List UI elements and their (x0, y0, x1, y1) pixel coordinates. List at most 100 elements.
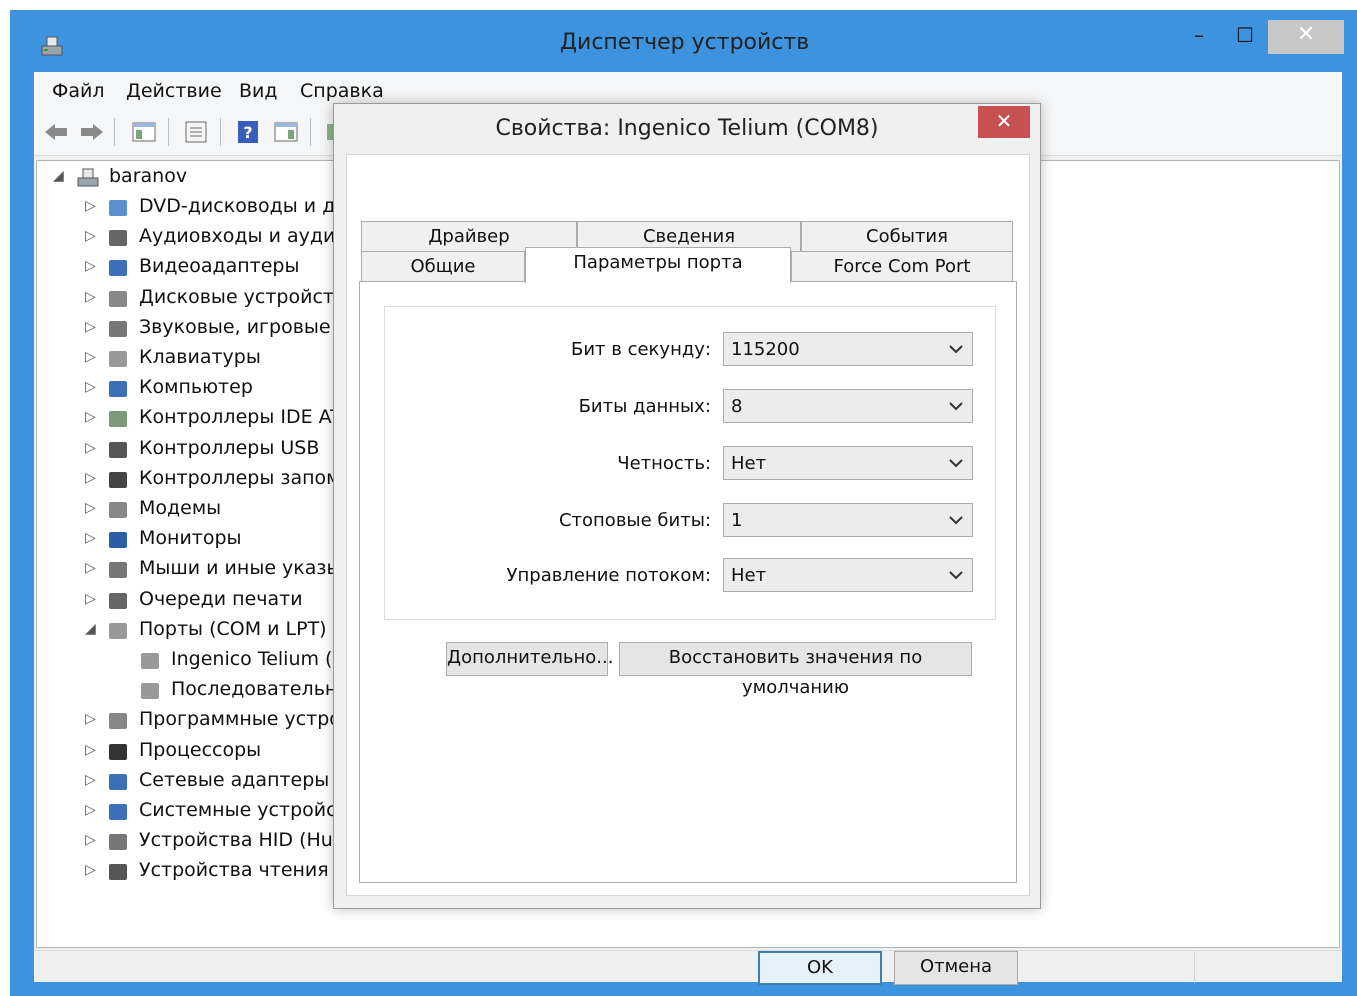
toolbar-separator (168, 118, 169, 146)
tree-item-label: Процессоры (139, 738, 262, 761)
main-title-bar[interactable]: Диспетчер устройств – ☐ ✕ (10, 10, 1357, 72)
port-icon (109, 622, 127, 639)
minimize-button[interactable]: – (1176, 20, 1222, 54)
advanced-button[interactable]: Дополнительно... (446, 642, 613, 676)
status-separator (1194, 951, 1195, 983)
dialog-title-bar[interactable]: Свойства: Ingenico Telium (COM8) ✕ (334, 104, 1040, 154)
usb-icon (109, 441, 127, 458)
tree-item-label: Контроллеры USB (139, 436, 320, 459)
forward-arrow-icon[interactable] (78, 118, 106, 146)
chevron-down-icon (949, 345, 963, 354)
tree-item-label: Дисковые устройств (139, 285, 346, 308)
expand-arrow-icon[interactable]: ▷ (85, 349, 99, 365)
menu-view[interactable]: Вид (239, 80, 278, 102)
expand-arrow-icon[interactable]: ▷ (85, 470, 99, 486)
expand-arrow-icon[interactable]: ▷ (85, 742, 99, 758)
flow-control-label: Управление потоком: (506, 565, 711, 586)
tree-item-label: DVD-дисководы и ди (139, 195, 348, 217)
tab-force-com-port[interactable]: Force Com Port (791, 251, 1013, 283)
card-reader-icon (109, 864, 127, 881)
tree-item-label: Контроллеры IDE AT (139, 406, 342, 429)
close-icon: ✕ (995, 109, 1013, 133)
bits-per-second-select[interactable]: 115200 (723, 332, 973, 366)
stop-bits-value: 1 (731, 510, 743, 531)
tree-item-label: Порты (COM и LPT) (139, 617, 327, 640)
tree-item-label: Модемы (139, 497, 222, 519)
flow-control-select[interactable]: Нет (723, 558, 973, 592)
dialog-title: Свойства: Ingenico Telium (COM8) (495, 116, 879, 141)
expand-arrow-icon[interactable]: ▷ (85, 711, 99, 727)
expand-arrow-icon[interactable]: ▷ (85, 530, 99, 546)
maximize-icon: ☐ (1236, 23, 1254, 47)
tree-item-label: Мыши и иные указы (139, 557, 342, 580)
expand-arrow-icon[interactable]: ▷ (85, 228, 99, 244)
properties-icon[interactable] (182, 118, 210, 146)
cancel-button[interactable]: Отмена (894, 951, 1018, 985)
maximize-button[interactable]: ☐ (1222, 20, 1268, 54)
tab-port-settings[interactable]: Параметры порта (525, 247, 791, 283)
collapse-arrow-icon[interactable]: ◢ (53, 168, 67, 184)
menu-file[interactable]: Файл (52, 80, 105, 102)
port-icon (141, 653, 159, 669)
chevron-down-icon (949, 516, 963, 525)
dialog-body: Драйвер Сведения События Общие Параметры… (346, 154, 1030, 985)
parity-select[interactable]: Нет (723, 446, 973, 480)
port-settings-page: Бит в секунду: 115200 Биты данных: 8 Чет… (359, 281, 1017, 883)
expand-arrow-icon[interactable]: ▷ (85, 802, 99, 818)
expand-arrow-icon[interactable]: ▷ (85, 319, 99, 335)
data-bits-value: 8 (731, 396, 743, 417)
dialog-close-button[interactable]: ✕ (978, 106, 1030, 138)
help-icon[interactable]: ? (234, 118, 262, 146)
back-arrow-icon[interactable] (42, 118, 70, 146)
tree-item-label: Контроллеры запом (139, 466, 341, 489)
expand-arrow-icon[interactable]: ▷ (85, 772, 99, 788)
software-device-icon (109, 713, 127, 730)
monitor-icon (109, 532, 127, 549)
speaker-icon (109, 230, 127, 247)
tree-item-label: Клавиатуры (139, 346, 261, 368)
bits-per-second-label: Бит в секунду: (570, 339, 711, 360)
data-bits-label: Биты данных: (578, 396, 711, 417)
menu-help[interactable]: Справка (300, 80, 384, 102)
printer-icon (109, 592, 127, 609)
menu-action[interactable]: Действие (126, 80, 222, 102)
show-hide-console-tree-icon[interactable] (130, 118, 158, 146)
tab-events[interactable]: События (801, 221, 1013, 253)
stop-bits-select[interactable]: 1 (723, 503, 973, 537)
data-bits-select[interactable]: 8 (723, 389, 973, 423)
expand-arrow-icon[interactable]: ▷ (85, 258, 99, 274)
expand-arrow-icon[interactable]: ▷ (85, 379, 99, 395)
tree-item-label: Системные устройст (139, 799, 348, 821)
ok-button[interactable]: OK (758, 951, 882, 985)
chevron-down-icon (949, 402, 963, 411)
expand-arrow-icon[interactable]: ▷ (85, 862, 99, 878)
computer-root-icon (77, 168, 99, 187)
action-pane-icon[interactable] (272, 118, 300, 146)
main-close-button[interactable]: ✕ (1268, 20, 1344, 54)
expand-arrow-icon[interactable]: ▷ (85, 289, 99, 305)
expand-arrow-icon[interactable]: ▷ (85, 198, 99, 214)
expand-arrow-icon[interactable]: ▷ (85, 560, 99, 576)
minimize-icon: – (1194, 23, 1204, 47)
expand-arrow-icon[interactable]: ▷ (85, 500, 99, 516)
expand-arrow-icon[interactable]: ▷ (85, 591, 99, 607)
chevron-down-icon (949, 459, 963, 468)
bits-per-second-value: 115200 (731, 339, 800, 360)
tree-item-label: Ingenico Telium ( (171, 648, 333, 670)
collapse-arrow-icon[interactable]: ◢ (85, 621, 99, 637)
ide-controller-icon (109, 411, 127, 428)
restore-defaults-button[interactable]: Восстановить значения по умолчанию (619, 642, 972, 698)
expand-arrow-icon[interactable]: ▷ (85, 440, 99, 456)
tab-general[interactable]: Общие (361, 251, 525, 283)
tree-item-label: Очереди печати (139, 587, 303, 610)
tree-item-label: Последовательны (171, 678, 353, 701)
stop-bits-label: Стоповые биты: (558, 510, 711, 531)
expand-arrow-icon[interactable]: ▷ (85, 832, 99, 848)
display-adapter-icon (109, 260, 127, 277)
storage-controller-icon (109, 471, 127, 488)
system-device-icon (109, 804, 127, 820)
parity-value: Нет (731, 453, 767, 474)
tree-item-label: Программные устро (139, 708, 341, 731)
expand-arrow-icon[interactable]: ▷ (85, 409, 99, 425)
sound-icon (109, 320, 127, 337)
